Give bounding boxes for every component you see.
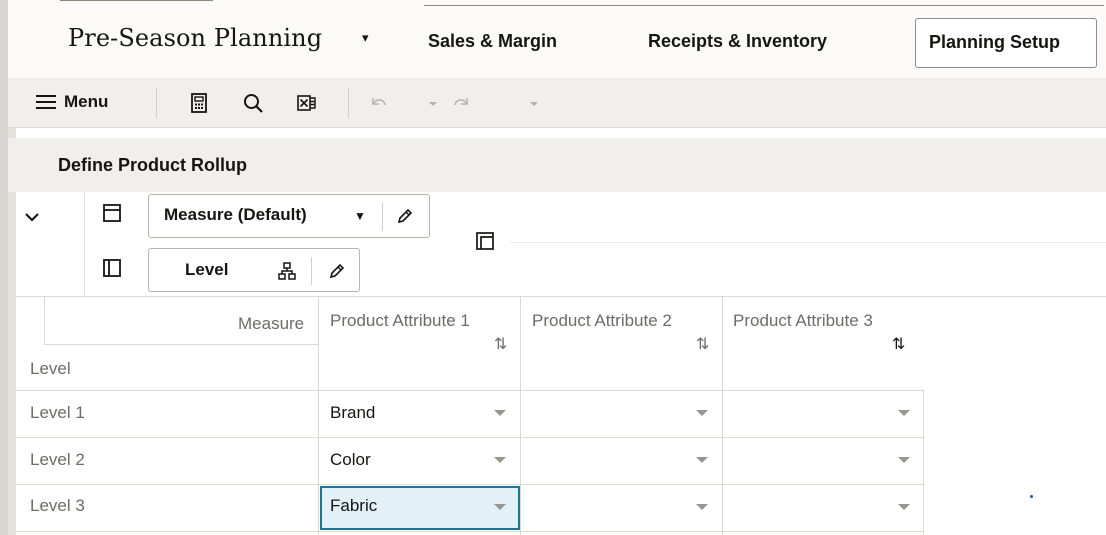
app-title[interactable]: Pre-Season Planning [68, 24, 322, 52]
focus-dot [1030, 495, 1033, 498]
column-pivot-label: Level [185, 260, 229, 279]
chevron-down-icon[interactable] [24, 210, 40, 222]
grid-line [44, 344, 318, 345]
menu-button[interactable]: Menu [36, 92, 108, 112]
tab-receipts-inventory[interactable]: Receipts & Inventory [648, 31, 827, 52]
grid-line [16, 437, 924, 438]
separator [382, 203, 383, 231]
row-pivot-measure-selector[interactable]: Measure (Default) ▼ [148, 194, 430, 238]
dropdown-caret-icon[interactable] [696, 504, 708, 510]
column-pivot-level-selector[interactable]: Level [148, 248, 360, 292]
sort-icon[interactable]: ⇅ [892, 334, 905, 354]
dropdown-caret-icon[interactable] [696, 410, 708, 416]
grid-line [318, 296, 319, 535]
dropdown-caret-icon[interactable] [696, 457, 708, 463]
app-switcher-caret-icon[interactable]: ▾ [362, 30, 369, 46]
separator [311, 257, 312, 285]
menu-label: Menu [64, 92, 109, 111]
top-navigation: Pre-Season Planning ▾ Sales & Margin Rec… [0, 0, 1106, 535]
dropdown-caret-icon[interactable] [898, 410, 910, 416]
column-header-product-attribute-1[interactable]: Product Attribute 1 [330, 311, 470, 331]
hamburger-icon [36, 95, 56, 109]
row-layout-icon [102, 203, 122, 223]
sort-icon[interactable]: ⇅ [696, 334, 709, 354]
grid-line [923, 390, 924, 535]
cell-level-3-attribute-1[interactable]: Fabric [330, 496, 377, 516]
cell-level-2-attribute-1[interactable]: Color [330, 450, 371, 470]
hierarchy-icon[interactable] [277, 261, 297, 281]
toolbar-separator [348, 88, 349, 118]
redo-dropdown-icon[interactable] [523, 92, 538, 114]
toolbar: Menu [8, 78, 1106, 128]
column-header-product-attribute-3[interactable]: Product Attribute 3 [733, 311, 873, 331]
grid-line [16, 531, 924, 532]
dropdown-caret-icon[interactable]: ▼ [354, 209, 366, 223]
toolbar-separator [156, 88, 157, 118]
redo-icon[interactable] [450, 92, 472, 114]
calculator-icon[interactable] [188, 92, 210, 114]
left-edge-strip [0, 0, 8, 535]
grid-line [16, 484, 924, 485]
tab-sales-margin[interactable]: Sales & Margin [428, 31, 557, 52]
column-header-product-attribute-2[interactable]: Product Attribute 2 [532, 311, 672, 331]
divider-line [60, 0, 213, 1]
sort-icon[interactable]: ⇅ [494, 334, 507, 354]
grid-line [520, 296, 521, 535]
pencil-edit-icon[interactable] [395, 206, 415, 226]
dropdown-caret-icon[interactable] [898, 504, 910, 510]
pivot-guide-line [510, 242, 1106, 243]
row-header-level-1: Level 1 [30, 403, 85, 422]
corner-measure-label: Measure [238, 314, 305, 333]
grid-line [44, 296, 45, 344]
grid-line [16, 296, 1106, 297]
row-pivot-label: Measure (Default) [164, 205, 307, 224]
row-header-level-3: Level 3 [30, 496, 85, 515]
grid-line [16, 390, 924, 391]
search-icon[interactable] [242, 92, 264, 114]
divider-line [424, 5, 1104, 6]
swap-pivot-icon[interactable] [475, 231, 495, 251]
dropdown-caret-icon[interactable] [898, 457, 910, 463]
corner-level-label: Level [30, 359, 71, 378]
column-layout-icon [102, 258, 122, 278]
pencil-edit-icon[interactable] [327, 261, 347, 281]
pivot-divider [84, 192, 85, 296]
panel-header: Define Product Rollup [8, 138, 1106, 192]
cell-level-1-attribute-1[interactable]: Brand [330, 403, 375, 423]
dropdown-caret-icon[interactable] [494, 457, 506, 463]
tab-planning-setup[interactable]: Planning Setup [915, 18, 1097, 68]
page-title: Define Product Rollup [58, 155, 247, 175]
undo-icon[interactable] [368, 92, 390, 114]
undo-dropdown-icon[interactable] [422, 92, 437, 114]
dropdown-caret-icon[interactable] [494, 504, 506, 510]
grid-line [722, 296, 723, 535]
export-excel-icon[interactable] [296, 92, 318, 114]
dropdown-caret-icon[interactable] [494, 410, 506, 416]
row-header-level-2: Level 2 [30, 450, 85, 469]
